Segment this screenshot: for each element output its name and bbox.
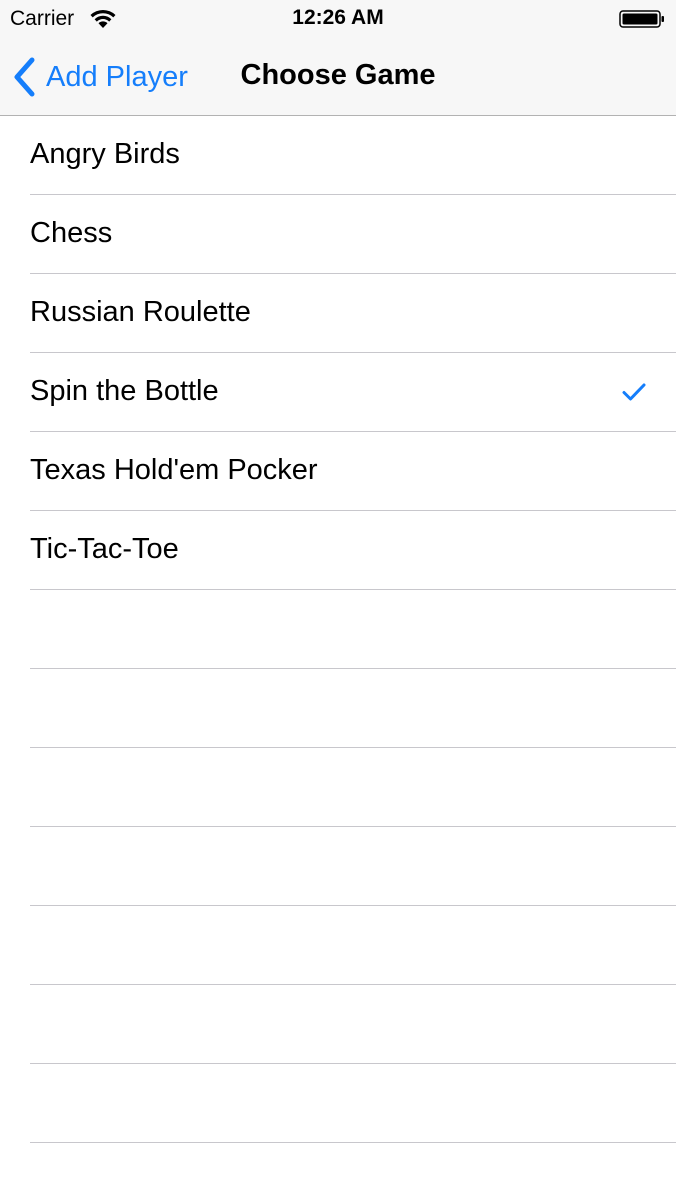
- list-item-angry-birds[interactable]: Angry Birds: [0, 116, 676, 195]
- list-item-spin-the-bottle[interactable]: Spin the Bottle: [0, 353, 676, 432]
- empty-table-row: [0, 590, 676, 669]
- list-item-label: Chess: [30, 217, 113, 249]
- list-item-label: Angry Birds: [30, 138, 180, 170]
- list-item-russian-roulette[interactable]: Russian Roulette: [0, 274, 676, 353]
- navigation-bar: Add Player Choose Game: [0, 38, 676, 116]
- list-item-label: Spin the Bottle: [30, 375, 219, 407]
- list-item-label: Russian Roulette: [30, 296, 251, 328]
- page-title: Choose Game: [240, 59, 436, 91]
- battery-icon: [619, 10, 664, 28]
- empty-table-row: [0, 906, 676, 985]
- empty-table-row: [0, 985, 676, 1064]
- list-item-label: Tic-Tac-Toe: [30, 533, 179, 565]
- empty-table-row: [0, 748, 676, 827]
- game-list: Angry Birds Chess Russian Roulette Spin …: [0, 116, 676, 1143]
- status-bar: Carrier 12:26 AM: [0, 0, 676, 38]
- empty-rows: [0, 590, 676, 1143]
- empty-table-row: [0, 1064, 676, 1143]
- list-item-texas-holdem[interactable]: Texas Hold'em Pocker: [0, 432, 676, 511]
- empty-table-row: [0, 669, 676, 748]
- checkmark-icon: [622, 383, 646, 401]
- list-item-tic-tac-toe[interactable]: Tic-Tac-Toe: [0, 511, 676, 590]
- empty-table-row: [0, 827, 676, 906]
- list-item-label: Texas Hold'em Pocker: [30, 454, 318, 486]
- list-item-chess[interactable]: Chess: [0, 195, 676, 274]
- status-time: 12:26 AM: [292, 6, 384, 29]
